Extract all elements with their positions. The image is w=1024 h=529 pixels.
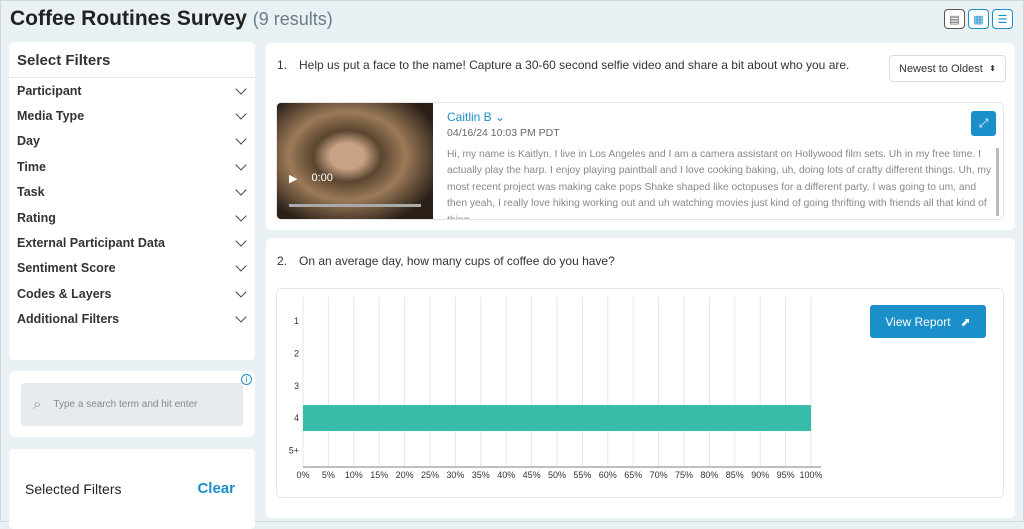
x-tick-label: 10% bbox=[345, 470, 363, 480]
chevron-down-icon bbox=[235, 133, 247, 146]
y-tick-label: 5+ bbox=[289, 445, 299, 455]
search-panel: i ⌕ Type a search term and hit enter bbox=[9, 371, 255, 437]
filters-title: Select Filters bbox=[9, 42, 255, 78]
x-tick-label: 60% bbox=[599, 470, 617, 480]
scrollbar[interactable] bbox=[996, 148, 999, 216]
filter-external-participant-data[interactable]: External Participant Data bbox=[9, 230, 255, 255]
play-icon[interactable]: ▶ bbox=[289, 172, 297, 185]
y-tick-label: 2 bbox=[294, 348, 299, 358]
video-progress-bar[interactable] bbox=[289, 204, 421, 207]
transcript-text: Hi, my name is Kaitlyn. I live in Los An… bbox=[447, 149, 992, 219]
chevron-down-icon bbox=[235, 108, 247, 120]
page-title: Coffee Routines Survey (9 results) bbox=[10, 7, 333, 30]
x-tick-label: 35% bbox=[472, 470, 490, 480]
x-tick-label: 70% bbox=[650, 470, 668, 480]
x-tick-label: 95% bbox=[777, 470, 795, 480]
video-player[interactable]: ▶ 0:00 bbox=[277, 103, 433, 219]
expand-button[interactable]: ⤢ bbox=[971, 111, 996, 136]
clear-filters-button[interactable]: Clear bbox=[197, 480, 235, 497]
sort-select[interactable]: Newest to Oldest ⬍ bbox=[889, 55, 1006, 82]
response-item: ▶ 0:00 Caitlin B ⌄ 04/16/24 10:03 PM PDT … bbox=[276, 102, 1004, 220]
table-view-button[interactable]: ▤ bbox=[944, 9, 965, 29]
x-tick-label: 5% bbox=[322, 470, 335, 480]
video-time: 0:00 bbox=[311, 172, 333, 184]
filter-sentiment-score[interactable]: Sentiment Score bbox=[9, 256, 255, 281]
search-input[interactable]: ⌕ Type a search term and hit enter bbox=[21, 383, 243, 426]
selected-filters-label: Selected Filters bbox=[25, 481, 122, 497]
question-card-1: 1. Help us put a face to the name! Captur… bbox=[266, 43, 1015, 230]
participant-name[interactable]: Caitlin B ⌄ bbox=[447, 110, 505, 124]
x-tick-label: 45% bbox=[523, 470, 541, 480]
question-card-2: 2. On an average day, how many cups of co… bbox=[266, 238, 1015, 518]
filter-codes-layers[interactable]: Codes & Layers bbox=[9, 281, 255, 306]
grid-view-button[interactable]: ▦ bbox=[968, 9, 989, 29]
chevron-down-icon bbox=[235, 260, 247, 273]
x-tick-label: 65% bbox=[624, 470, 642, 480]
x-tick-label: 85% bbox=[726, 470, 744, 480]
question-text: 2. On an average day, how many cups of co… bbox=[277, 254, 615, 268]
bar-chart: 0% 5% 10% 15% 20% 25% 30% 35% 40% 45% 50% 55% 60% 65%… bbox=[289, 297, 823, 480]
y-tick-label: 4 bbox=[294, 413, 299, 423]
sort-arrows-icon: ⬍ bbox=[989, 64, 996, 73]
filter-media-type[interactable]: Media Type bbox=[9, 103, 255, 128]
chevron-down-icon bbox=[235, 184, 247, 196]
x-tick-label: 100% bbox=[799, 470, 822, 480]
x-tick-label: 25% bbox=[421, 470, 439, 480]
info-icon[interactable]: i bbox=[241, 374, 252, 385]
search-icon: ⌕ bbox=[33, 396, 42, 413]
filter-participant[interactable]: Participant bbox=[9, 78, 255, 103]
y-tick-label: 3 bbox=[294, 381, 299, 391]
filter-rating[interactable]: Rating bbox=[9, 205, 255, 230]
external-link-icon: ⬈ bbox=[960, 314, 971, 329]
list-icon: ☰ bbox=[997, 13, 1008, 26]
x-tick-label: 90% bbox=[751, 470, 769, 480]
filters-panel: Select Filters Participant Media Type Day T… bbox=[9, 42, 255, 360]
chevron-down-icon bbox=[235, 159, 247, 171]
view-report-button[interactable]: View Report ⬈ bbox=[870, 305, 986, 338]
x-tick-label: 80% bbox=[700, 470, 718, 480]
x-tick-label: 50% bbox=[548, 470, 566, 480]
table-icon: ▤ bbox=[949, 13, 960, 26]
result-count: (9 results) bbox=[252, 9, 333, 29]
filter-additional-filters[interactable]: Additional Filters bbox=[9, 307, 255, 332]
chevron-down-icon bbox=[235, 209, 247, 222]
bar-4 bbox=[303, 405, 811, 432]
x-tick-label: 20% bbox=[396, 470, 414, 480]
x-tick-label: 55% bbox=[573, 470, 591, 480]
chevron-down-icon bbox=[235, 311, 247, 323]
y-tick-label: 1 bbox=[294, 316, 299, 326]
chevron-down-icon: ⌄ bbox=[495, 110, 506, 124]
question-text: 1. Help us put a face to the name! Captur… bbox=[277, 58, 850, 72]
x-tick-label: 15% bbox=[370, 470, 388, 480]
filter-time[interactable]: Time bbox=[9, 154, 255, 179]
chart-container: 0% 5% 10% 15% 20% 25% 30% 35% 40% 45% 50% 55% 60% 65%… bbox=[276, 288, 1004, 498]
filter-task[interactable]: Task bbox=[9, 180, 255, 205]
selected-filters-panel: Selected Filters Clear bbox=[9, 449, 255, 529]
x-tick-label: 75% bbox=[675, 470, 693, 480]
chevron-down-icon bbox=[235, 286, 247, 298]
response-date: 04/16/24 10:03 PM PDT bbox=[447, 127, 560, 139]
list-view-button[interactable]: ☰ bbox=[992, 9, 1013, 29]
x-tick-label: 30% bbox=[446, 470, 464, 480]
grid-icon: ▦ bbox=[973, 13, 984, 26]
x-tick-label: 40% bbox=[497, 470, 515, 480]
chevron-down-icon bbox=[235, 235, 247, 247]
x-tick-label: 0% bbox=[296, 470, 309, 480]
expand-icon: ⤢ bbox=[978, 116, 989, 130]
chevron-down-icon bbox=[235, 83, 247, 95]
filter-day[interactable]: Day bbox=[9, 129, 255, 154]
